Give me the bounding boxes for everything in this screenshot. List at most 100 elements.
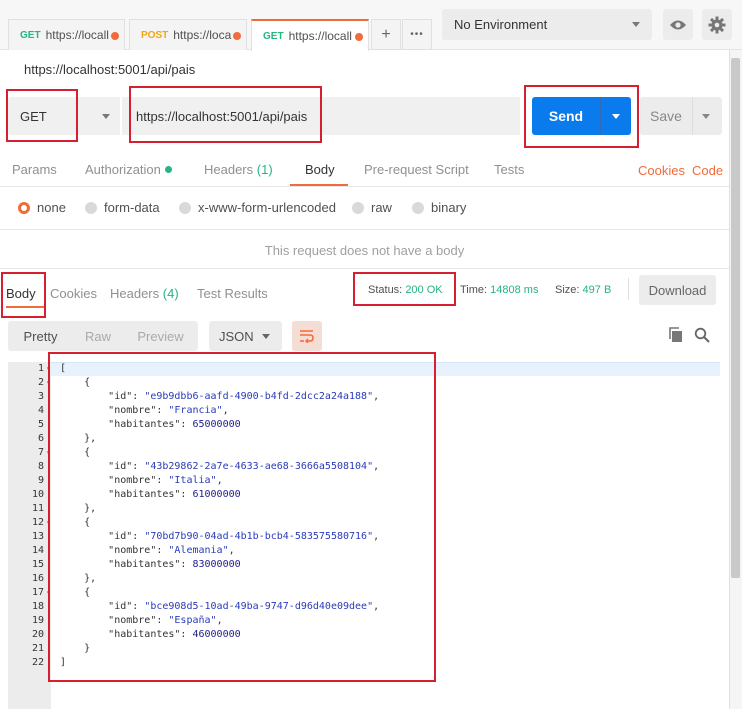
code-line: },: [60, 573, 97, 584]
fold-arrow-icon[interactable]: ▾: [46, 362, 51, 376]
tab-method: GET: [263, 30, 284, 42]
line-number: 15: [31, 559, 44, 570]
code-line: "nombre": "Alemania",: [108, 545, 235, 556]
line-number: 16: [31, 573, 44, 584]
response-tab-headers[interactable]: Headers (4): [110, 286, 179, 301]
line-number: 2: [37, 377, 44, 388]
divider: [0, 186, 729, 187]
line-number: 10: [31, 489, 44, 500]
tab-headers[interactable]: Headers (1): [204, 162, 273, 177]
format-raw-button[interactable]: Raw: [73, 321, 123, 351]
response-tab-body[interactable]: Body: [6, 286, 36, 301]
line-number: 19: [31, 615, 44, 626]
cookies-link[interactable]: Cookies: [638, 163, 685, 178]
plus-icon: +: [381, 25, 391, 43]
size-readout: Size: 497 B: [555, 284, 611, 296]
status-label: Status:: [368, 284, 403, 296]
status-readout: Status: 200 OK: [368, 284, 443, 296]
status-dot-icon: [164, 166, 172, 173]
send-button[interactable]: Send: [532, 97, 631, 135]
copy-icon: [669, 327, 682, 342]
request-tab-2[interactable]: POST https://loca: [129, 19, 247, 50]
active-line-highlight: [51, 362, 720, 376]
radio-label: form-data: [104, 200, 160, 215]
copy-button[interactable]: [668, 327, 684, 346]
url-input[interactable]: https://localhost:5001/api/pais: [122, 97, 520, 135]
tab-prerequest-script[interactable]: Pre-request Script: [364, 162, 469, 177]
code-line: {: [60, 587, 91, 598]
code-line: {: [60, 447, 91, 458]
search-button[interactable]: [694, 327, 710, 346]
line-number: 8: [37, 461, 44, 472]
radio-form-data[interactable]: form-data: [85, 200, 160, 215]
wrap-lines-button[interactable]: [292, 321, 322, 351]
url-text: https://localhost:5001/api/pais: [136, 108, 308, 124]
radio-icon: [179, 201, 191, 214]
tab-method: POST: [141, 29, 169, 41]
fold-arrow-icon[interactable]: ▾: [46, 516, 51, 530]
radio-label: x-www-form-urlencoded: [198, 200, 336, 215]
code-line: "habitantes": 61000000: [108, 489, 241, 500]
code-line: }: [60, 643, 91, 654]
radio-raw[interactable]: raw: [352, 200, 392, 215]
fold-arrow-icon[interactable]: ▾: [46, 586, 51, 600]
radio-icon: [85, 201, 97, 214]
line-number: 1: [37, 363, 44, 374]
response-tab-test-results[interactable]: Test Results: [197, 286, 268, 301]
tab-authorization[interactable]: Authorization: [85, 162, 172, 177]
code-link[interactable]: Code: [692, 163, 723, 178]
tab-params[interactable]: Params: [12, 162, 57, 177]
search-icon: [694, 327, 710, 343]
radio-label: none: [37, 200, 66, 215]
new-tab-button[interactable]: +: [371, 19, 401, 50]
chevron-down-icon: [632, 22, 640, 27]
send-label: Send: [548, 108, 584, 124]
code-line: "habitantes": 83000000: [108, 559, 241, 570]
radio-binary[interactable]: binary: [412, 200, 466, 215]
environment-bar: No Environment: [434, 0, 742, 50]
tab-body[interactable]: Body: [305, 162, 335, 177]
response-tab-cookies[interactable]: Cookies: [50, 286, 97, 301]
scrollbar-thumb[interactable]: [731, 58, 740, 578]
line-number: 5: [37, 419, 44, 430]
chevron-down-icon[interactable]: [612, 114, 620, 119]
radio-label: raw: [371, 200, 392, 215]
request-tab-3[interactable]: GET https://locall: [251, 19, 369, 51]
size-value: 497 B: [582, 284, 612, 296]
fold-arrow-icon[interactable]: ▾: [46, 446, 51, 460]
language-select[interactable]: JSON: [209, 321, 282, 351]
radio-label: binary: [431, 200, 467, 215]
format-pretty-button[interactable]: Pretty: [8, 321, 73, 351]
line-number: 6: [37, 433, 44, 444]
request-tab-1[interactable]: GET https://locall: [8, 19, 125, 50]
line-number: 14: [31, 545, 44, 556]
radio-urlencoded[interactable]: x-www-form-urlencoded: [179, 200, 336, 215]
radio-none[interactable]: none: [18, 200, 66, 215]
size-label: Size:: [555, 284, 580, 296]
chevron-down-icon[interactable]: [702, 114, 710, 119]
method-select[interactable]: GET: [8, 97, 120, 135]
more-icon: •••: [410, 29, 424, 40]
save-button[interactable]: Save: [640, 97, 722, 135]
environment-quick-look-button[interactable]: [663, 9, 693, 40]
code-line: },: [60, 503, 97, 514]
environment-select[interactable]: No Environment: [442, 9, 652, 40]
divider: [628, 278, 629, 300]
line-number: 17: [31, 587, 44, 598]
divider: [600, 97, 601, 135]
format-preview-button[interactable]: Preview: [123, 321, 198, 351]
tab-authorization-label: Authorization: [85, 162, 161, 177]
method-label: GET: [20, 108, 47, 124]
time-value: 14808 ms: [490, 284, 539, 296]
code-line: "nombre": "España",: [108, 615, 223, 626]
code-line: {: [60, 517, 91, 528]
line-number: 13: [31, 531, 44, 542]
tab-headers-count: (1): [256, 162, 273, 177]
tab-options-button[interactable]: •••: [402, 19, 432, 50]
fold-arrow-icon[interactable]: ▾: [46, 376, 51, 390]
tab-tests[interactable]: Tests: [494, 162, 524, 177]
manage-environments-button[interactable]: [702, 9, 732, 40]
gear-icon: [708, 16, 726, 33]
download-button[interactable]: Download: [639, 275, 716, 305]
code-line: "id": "bce908d5-10ad-49ba-9747-d96d40e09…: [108, 601, 380, 612]
